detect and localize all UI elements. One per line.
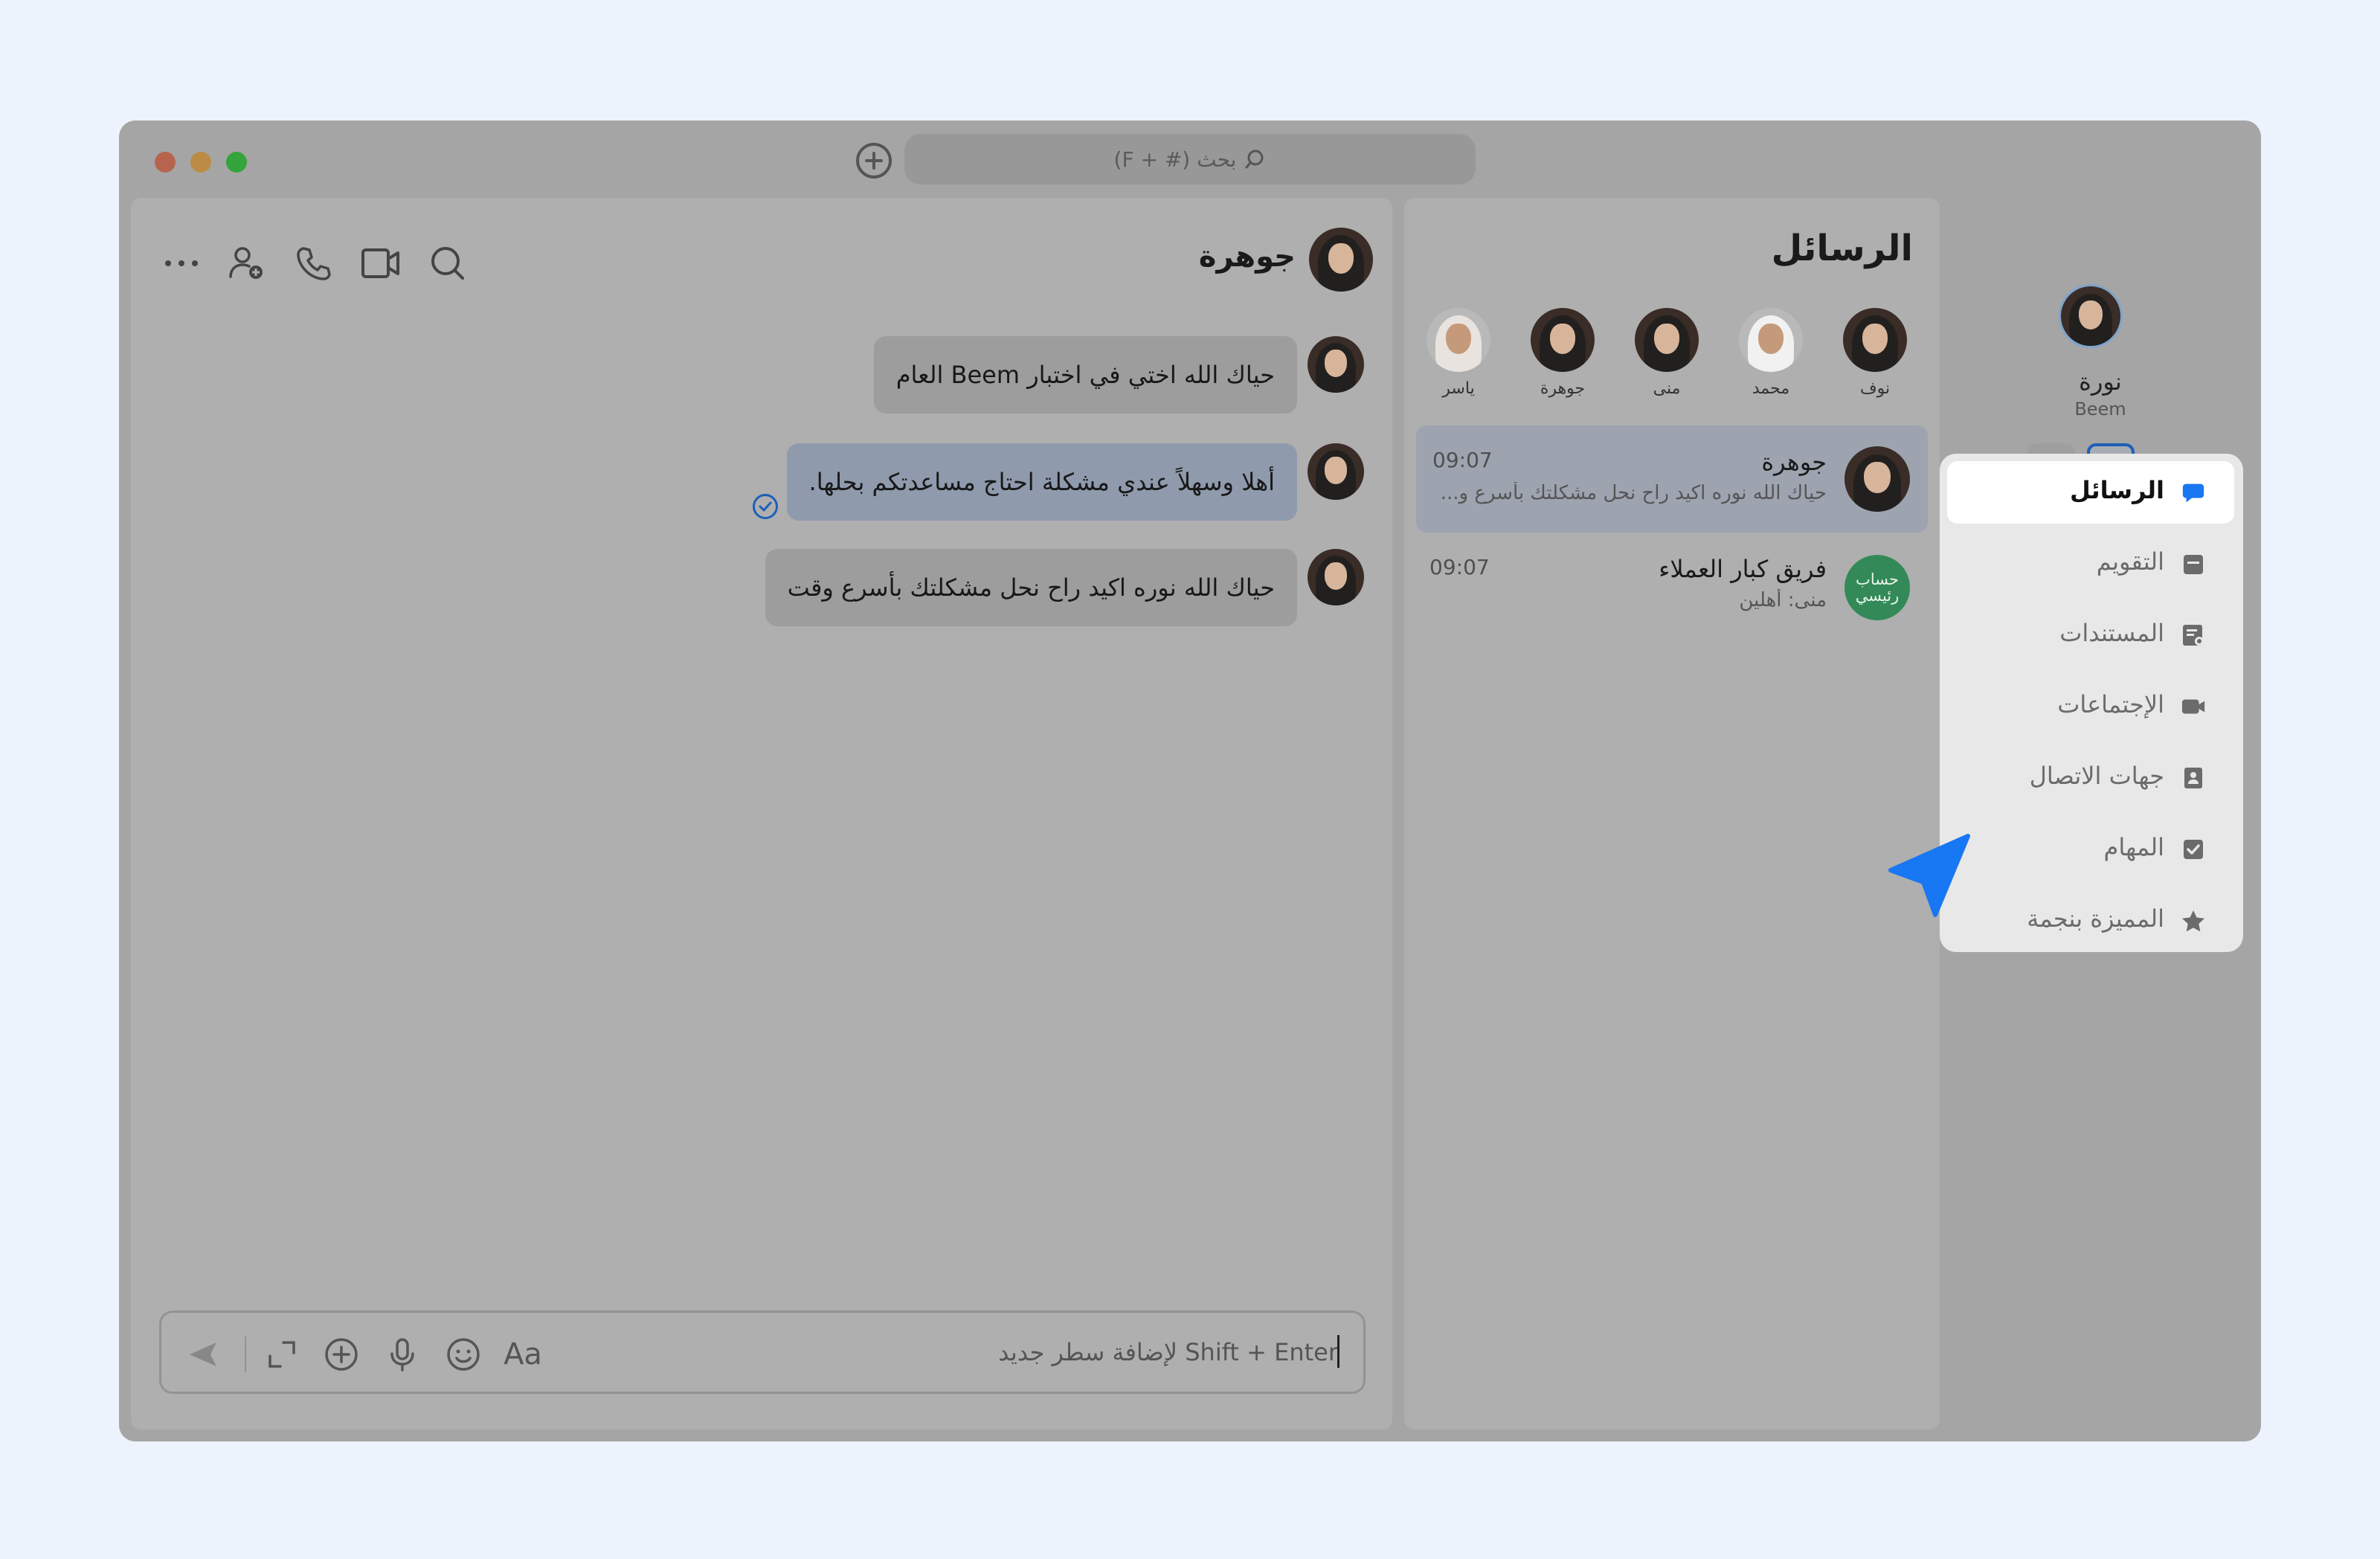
search-placeholder: بحث (# + F) bbox=[1113, 147, 1237, 172]
nav-label: الرسائل bbox=[2070, 476, 2164, 504]
message-avatar bbox=[1308, 443, 1364, 500]
nav-label: التقويم bbox=[2096, 547, 2164, 576]
search-icon bbox=[431, 247, 464, 280]
story-avatar bbox=[1635, 308, 1699, 372]
conversation-name: فريق كبار العملاء bbox=[1659, 555, 1827, 583]
video-camera-icon bbox=[361, 248, 399, 278]
plus-circle-icon bbox=[325, 1338, 358, 1371]
story-avatar bbox=[1427, 308, 1490, 372]
text-format-label: Aa bbox=[504, 1337, 542, 1372]
nav-item-starred[interactable]: المميزة بنجمة bbox=[1947, 890, 2234, 952]
conversation-preview: حياك الله نوره اكيد راح نحل مشكلتك بأسرع… bbox=[1440, 482, 1827, 504]
user-name: نورة bbox=[2079, 367, 2122, 396]
conversation-time: 09:07 bbox=[1432, 448, 1493, 472]
conversations-panel: الرسائل نوف محمد منى جوهرة ياسر جوهرة حي… bbox=[1404, 198, 1940, 1430]
send-button[interactable] bbox=[184, 1335, 222, 1374]
conversation-item[interactable]: حساب رئيسي فريق كبار العملاء منى: أهلين … bbox=[1416, 533, 1928, 640]
chat-panel: جوهرة حياك الله اختي في اختبار Beem العا… bbox=[131, 198, 1392, 1430]
read-receipt-icon bbox=[753, 494, 778, 519]
conversation-avatar bbox=[1844, 446, 1910, 512]
story-label: نوف bbox=[1859, 379, 1891, 398]
contacts-icon bbox=[2181, 766, 2206, 790]
nav-label: جهات الاتصال bbox=[2029, 762, 2164, 790]
message-bubble-own[interactable]: أهلا وسهلاً عندي مشكلة احتاج مساعدتكم بح… bbox=[786, 443, 1297, 521]
user-avatar[interactable] bbox=[2059, 284, 2123, 348]
search-chat-button[interactable] bbox=[427, 242, 469, 284]
story-avatar bbox=[1739, 308, 1803, 372]
minimize-window-button[interactable] bbox=[190, 152, 211, 173]
message-composer[interactable]: Shift + Enter لإضافة سطر جديد Aa bbox=[159, 1311, 1366, 1394]
voice-note-button[interactable] bbox=[383, 1335, 422, 1374]
more-options-button[interactable] bbox=[161, 242, 202, 284]
video-call-button[interactable] bbox=[360, 242, 402, 284]
story-label: ياسر bbox=[1442, 379, 1475, 398]
document-icon bbox=[2181, 623, 2206, 647]
nav-item-meetings[interactable]: الإجتماعات bbox=[1947, 675, 2234, 738]
chat-bubbles-icon bbox=[2181, 480, 2206, 504]
message-avatar bbox=[1308, 336, 1364, 393]
plus-icon bbox=[865, 152, 883, 170]
contact-avatar[interactable] bbox=[1309, 228, 1373, 292]
search-icon bbox=[1245, 150, 1264, 169]
expand-icon bbox=[268, 1341, 295, 1368]
expand-composer-button[interactable] bbox=[263, 1335, 301, 1374]
composer-placeholder: Shift + Enter لإضافة سطر جديد bbox=[998, 1338, 1338, 1366]
composer-divider bbox=[245, 1337, 246, 1372]
text-format-button[interactable]: Aa bbox=[504, 1335, 542, 1374]
task-check-icon bbox=[2181, 838, 2206, 861]
emoji-icon bbox=[447, 1338, 480, 1371]
navigation-menu: الرسائل التقويم المستندات الإجتماعات جها… bbox=[1940, 454, 2243, 952]
group-avatar: حساب رئيسي bbox=[1844, 555, 1910, 620]
nav-label: المهام bbox=[2103, 833, 2164, 861]
nav-item-contacts[interactable]: جهات الاتصال bbox=[1947, 747, 2234, 809]
nav-item-messages[interactable]: الرسائل bbox=[1947, 461, 2234, 524]
text-caret bbox=[1337, 1335, 1339, 1368]
story-avatar bbox=[1843, 308, 1907, 372]
conversation-time: 09:07 bbox=[1429, 555, 1490, 579]
maximize-window-button[interactable] bbox=[226, 152, 247, 173]
story-label: محمد bbox=[1752, 379, 1790, 398]
new-chat-button[interactable] bbox=[856, 143, 892, 179]
nav-label: الإجتماعات bbox=[2057, 690, 2164, 719]
microphone-icon bbox=[390, 1338, 414, 1372]
video-icon bbox=[2181, 695, 2206, 719]
pointer-arrow-icon bbox=[1888, 834, 1970, 917]
nav-item-tasks[interactable]: المهام bbox=[1947, 818, 2234, 881]
add-member-button[interactable] bbox=[226, 242, 268, 284]
user-organization: Beem bbox=[2074, 399, 2126, 420]
chat-contact-name[interactable]: جوهرة bbox=[1199, 240, 1296, 274]
more-dots-icon bbox=[165, 260, 198, 266]
nav-item-documents[interactable]: المستندات bbox=[1947, 604, 2234, 666]
calendar-icon bbox=[2181, 552, 2206, 576]
emoji-button[interactable] bbox=[444, 1335, 483, 1374]
messages-title: الرسائل bbox=[1771, 228, 1913, 269]
title-bar: بحث (# + F) bbox=[119, 120, 2261, 198]
story-label: منى bbox=[1653, 379, 1681, 398]
nav-item-calendar[interactable]: التقويم bbox=[1947, 533, 2234, 595]
conversation-name: جوهرة bbox=[1761, 448, 1827, 476]
close-window-button[interactable] bbox=[155, 152, 176, 173]
add-user-icon bbox=[229, 247, 263, 279]
story-label: جوهرة bbox=[1540, 379, 1586, 398]
conversation-item[interactable]: جوهرة حياك الله نوره اكيد راح نحل مشكلتك… bbox=[1416, 425, 1928, 533]
voice-call-button[interactable] bbox=[293, 242, 335, 284]
conversation-preview: منى: أهلين bbox=[1739, 589, 1827, 611]
nav-label: المستندات bbox=[2059, 619, 2164, 647]
story-avatar bbox=[1531, 308, 1595, 372]
nav-label: المميزة بنجمة bbox=[2027, 904, 2164, 933]
attach-button[interactable] bbox=[322, 1335, 361, 1374]
star-icon bbox=[2181, 909, 2206, 933]
send-icon bbox=[190, 1343, 216, 1366]
message-bubble[interactable]: حياك الله نوره اكيد راح نحل مشكلتك بأسرع… bbox=[765, 549, 1297, 626]
search-input[interactable]: بحث (# + F) bbox=[904, 134, 1476, 184]
message-avatar bbox=[1308, 549, 1364, 605]
message-bubble[interactable]: حياك الله اختي في اختبار Beem العام bbox=[873, 336, 1297, 414]
phone-icon bbox=[297, 247, 331, 280]
